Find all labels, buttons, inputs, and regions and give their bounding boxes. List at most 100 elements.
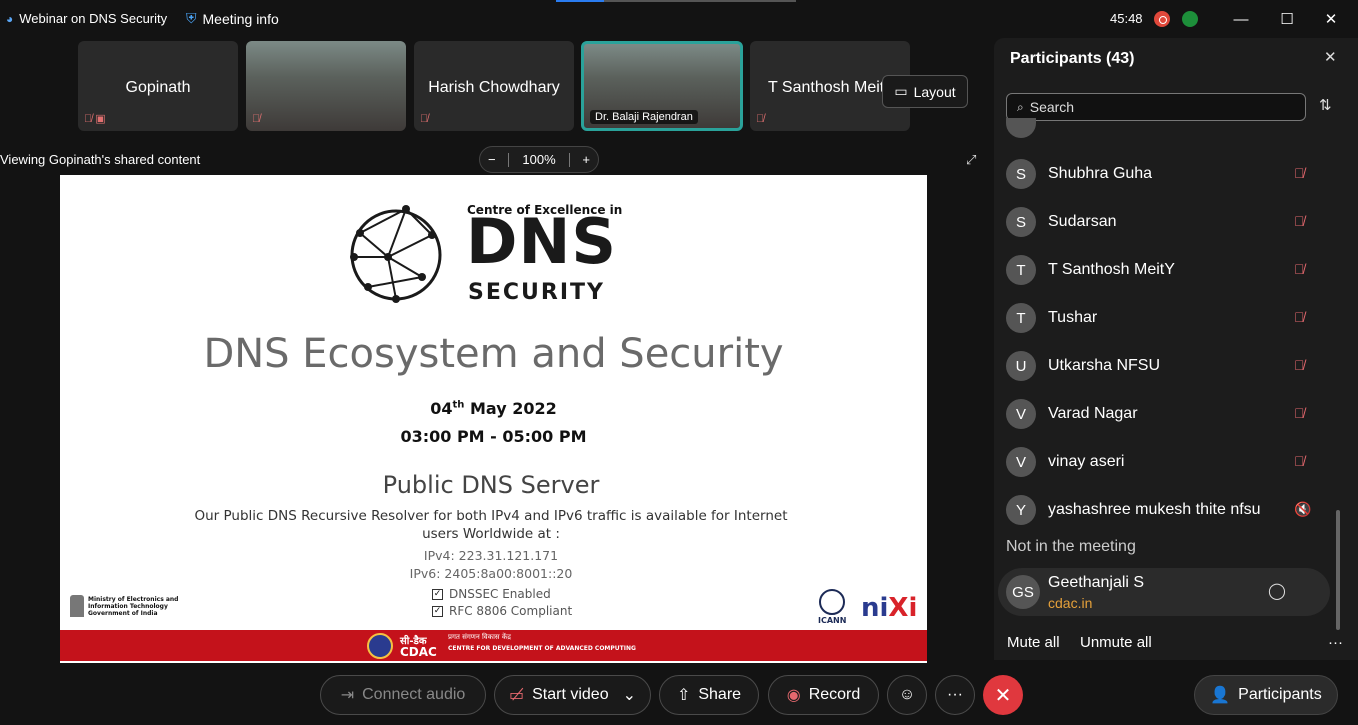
not-in-meeting-header: Not in the meeting — [1006, 538, 1136, 555]
emoji-icon: ☺ — [898, 686, 916, 703]
zoom-in-button[interactable]: + — [582, 152, 590, 167]
mic-muted-icon[interactable]: 🎙̸ — [1294, 357, 1305, 373]
panel-scrollbar[interactable] — [1336, 510, 1340, 630]
slide-check-rfc: ✓ RFC 8806 Compliant — [432, 604, 573, 618]
app-title: ◕ Webinar on DNS Security — [6, 11, 168, 26]
video-tile-harish[interactable]: Harish Chowdhary 🎙̸ — [414, 41, 574, 131]
maximize-icon[interactable]: ☐ — [1274, 6, 1300, 32]
icann-globe-icon — [819, 589, 846, 615]
layout-button[interactable]: ▭ Layout — [882, 75, 968, 108]
mic-muted-icon[interactable]: 🎙̸ — [1294, 261, 1305, 277]
speaker-muted-icon[interactable]: 🔇 — [1294, 501, 1311, 518]
mic-muted-icon: 🎙̸ ▣ — [84, 113, 106, 125]
meeting-timer: 45:48 — [1110, 11, 1143, 26]
mic-muted-icon[interactable]: 🎙̸ — [1294, 165, 1305, 181]
connect-audio-icon: ⇥ — [340, 687, 355, 704]
participant-row[interactable]: S Shubhra Guha 🎙̸ — [994, 153, 1334, 197]
close-window-icon[interactable]: ✕ — [1318, 6, 1344, 32]
mic-muted-icon[interactable]: 🎙̸ — [1294, 453, 1305, 469]
mic-muted-icon: 🎙̸ — [756, 113, 765, 125]
slide-check-dnssec: ✓ DNSSEC Enabled — [432, 587, 551, 601]
connect-audio-button[interactable]: ⇥ Connect audio — [320, 675, 486, 715]
slide-description: Our Public DNS Recursive Resolver for bo… — [194, 508, 788, 542]
avatar: T — [1006, 303, 1036, 333]
zoom-control: − 100% + — [479, 146, 599, 173]
avatar: GS — [1006, 575, 1040, 609]
mic-muted-icon[interactable]: 🎙̸ — [1294, 309, 1305, 325]
top-progress-strip — [556, 0, 796, 2]
participants-button[interactable]: 👤 Participants — [1194, 675, 1338, 715]
viewing-shared-content-label: Viewing Gopinath's shared content — [0, 152, 201, 167]
shared-slide: Centre of Excellence in DNS SECURITY DNS… — [60, 175, 927, 663]
chat-icon[interactable]: ◯ — [1268, 581, 1286, 601]
participant-row[interactable]: V Varad Nagar 🎙̸ — [994, 393, 1334, 437]
mic-muted-icon[interactable]: 🎙̸ — [1294, 213, 1305, 229]
mute-all-button[interactable]: Mute all — [1007, 634, 1060, 651]
minimize-icon[interactable]: — — [1228, 6, 1254, 32]
zoom-level[interactable]: 100% — [522, 152, 555, 167]
zoom-out-button[interactable]: − — [488, 152, 496, 167]
guest-participant-row[interactable]: GS Geethanjali S cdac.in ◯ — [998, 568, 1330, 616]
close-panel-icon[interactable]: ✕ — [1324, 48, 1337, 66]
participants-panel: Participants (43) ✕ ⌕ ⇅ SShubhra Guha🎙̸S… — [994, 38, 1358, 660]
shield-icon: ⛨ — [186, 10, 197, 26]
reactions-button[interactable]: ☺ — [887, 675, 927, 715]
avatar: S — [1006, 159, 1036, 189]
active-speaker-name: Dr. Balaji Rajendran — [590, 110, 698, 124]
slide-ipv4: IPv4: 223.31.121.171 — [423, 548, 559, 563]
slide-time: 03:00 PM - 05:00 PM — [400, 427, 587, 446]
meity-logo: Ministry of Electronics and Information T… — [70, 595, 178, 617]
emblem-icon — [70, 595, 84, 617]
record-button[interactable]: ◉ Record — [768, 675, 879, 715]
video-tile-gopinath[interactable]: Gopinath 🎙̸ ▣ — [78, 41, 238, 131]
meeting-info-button[interactable]: ⛨ Meeting info — [186, 10, 279, 27]
slide-subtitle: Public DNS Server — [382, 471, 600, 499]
participant-name: T Santhosh MeitY — [1048, 261, 1175, 278]
record-icon: ◉ — [786, 687, 801, 704]
search-input[interactable] — [1029, 99, 1290, 115]
nixi-logo: niXi — [861, 593, 918, 623]
participant-name: Utkarsha NFSU — [1048, 357, 1161, 374]
avatar: U — [1006, 351, 1036, 381]
avatar: V — [1006, 399, 1036, 429]
end-call-button[interactable]: ✕ — [983, 675, 1023, 715]
participants-title: Participants (43) — [1010, 50, 1135, 67]
slide-title: DNS Ecosystem and Security — [203, 331, 784, 377]
participant-row[interactable]: U Utkarsha NFSU 🎙̸ — [994, 345, 1334, 389]
mic-muted-icon: 🎙̸ — [252, 113, 261, 125]
participant-name: Shubhra Guha — [1048, 165, 1153, 182]
more-options-button[interactable]: ··· — [935, 675, 975, 715]
recording-indicator-icon[interactable] — [1154, 11, 1170, 27]
mic-muted-icon[interactable]: 🎙̸ — [1294, 405, 1305, 421]
guest-name: Geethanjali S — [1048, 574, 1145, 591]
video-tile-active-speaker[interactable]: Dr. Balaji Rajendran — [581, 41, 743, 131]
sort-icon[interactable]: ⇅ — [1319, 96, 1332, 114]
panel-more-icon[interactable]: ··· — [1328, 634, 1343, 651]
video-tile-room[interactable]: 🎙̸ — [246, 41, 406, 131]
start-video-button[interactable]: ▭̸ Start video ⌄ — [494, 675, 651, 715]
icann-logo: ICANN — [818, 589, 846, 625]
chevron-down-icon[interactable]: ⌄ — [623, 685, 636, 705]
participant-row[interactable]: Yyashashree mukesh thite nfsu 🔇 — [994, 489, 1334, 533]
participant-row[interactable]: S Sudarsan 🎙̸ — [994, 201, 1334, 245]
participant-row[interactable]: T T Santhosh MeitY 🎙̸ — [994, 249, 1334, 293]
unmute-all-button[interactable]: Unmute all — [1080, 634, 1152, 651]
avatar: V — [1006, 447, 1036, 477]
network-health-icon[interactable] — [1182, 11, 1198, 27]
participant-name: Varad Nagar — [1048, 405, 1138, 422]
participant-search[interactable]: ⌕ — [1006, 93, 1306, 121]
network-globe-icon — [350, 205, 442, 303]
fullscreen-icon[interactable]: ⤢ — [966, 152, 976, 168]
mic-muted-icon: 🎙̸ — [420, 113, 429, 125]
slide-ipv6: IPv6: 2405:8a00:8001::20 — [409, 566, 573, 581]
participant-row[interactable]: Vvinay aseri 🎙̸ — [994, 441, 1334, 485]
checkbox-icon: ✓ — [432, 588, 443, 600]
checkbox-icon: ✓ — [432, 605, 443, 617]
video-off-icon: ▭̸ — [508, 687, 525, 704]
share-button[interactable]: ⇧ Share — [659, 675, 759, 715]
cdac-logo-icon — [367, 633, 393, 659]
participant-name: Tushar — [1048, 309, 1098, 326]
slide-footer-banner: सी-डैक CDAC प्रगत संगणन विकास केंद्र CEN… — [60, 630, 927, 661]
slide-date: 04th May 2022 — [430, 399, 557, 418]
participant-row[interactable]: T Tushar 🎙̸ — [994, 297, 1334, 341]
